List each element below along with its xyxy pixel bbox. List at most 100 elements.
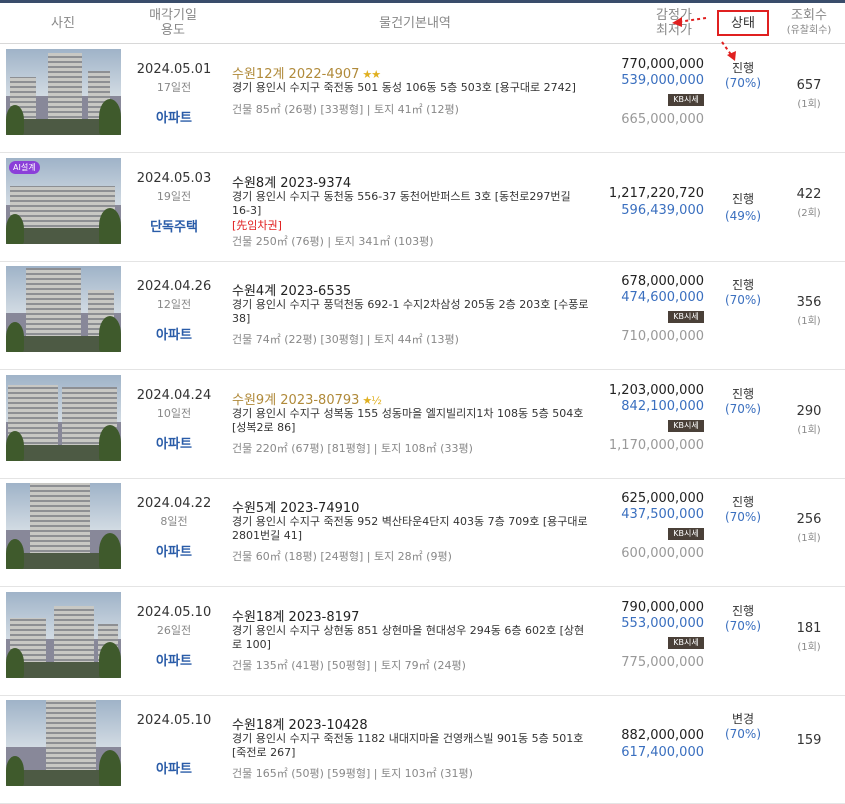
kb-price-badge[interactable]: KB시세	[668, 528, 704, 540]
days-ago: 19일전	[156, 189, 192, 203]
building-shape	[54, 605, 94, 664]
property-address: 경기 용인시 수지구 죽전동 952 벽산타운4단지 403동 7층 709호 …	[232, 515, 588, 542]
appraisal-price: 1,203,000,000	[608, 382, 704, 398]
usage-type[interactable]: 아파트	[128, 433, 220, 452]
auction-status: 진행	[731, 495, 755, 509]
market-price: 600,000,000	[621, 546, 704, 561]
view-count: 181	[796, 620, 822, 636]
usage-type[interactable]: 아파트	[128, 324, 220, 343]
case-number-text: 수원18계 2023-8197	[232, 609, 360, 625]
property-address: 경기 용인시 수지구 동천동 556-37 동천어반퍼스트 3호 [동천로297…	[232, 189, 571, 217]
case-number[interactable]: 수원4계 2023-6535	[232, 280, 351, 299]
tree-shape	[99, 641, 121, 678]
appraisal-price: 678,000,000	[621, 274, 704, 289]
kb-badge-label: KB시세	[673, 529, 699, 538]
case-number[interactable]: 수원9계 2023-80793 ★½	[232, 389, 382, 408]
view-count: 657	[796, 78, 822, 93]
kb-price-badge[interactable]: KB시세	[668, 636, 704, 649]
building-shape	[30, 483, 90, 555]
appraisal-price: 882,000,000	[621, 728, 704, 743]
sale-date: 2024.05.10	[136, 713, 212, 728]
price-percent: (70%)	[724, 618, 762, 633]
case-number[interactable]: 수원5계 2023-74910	[232, 497, 359, 516]
arrow-left-head-icon	[672, 17, 682, 27]
view-count: 256	[796, 512, 822, 527]
days-ago: 26일전	[156, 623, 192, 637]
property-address: 경기 용인시 수지구 풍덕천동 692-1 수지2차삼성 205동 2층 203…	[232, 298, 589, 325]
property-photo[interactable]: AI설계	[6, 157, 121, 244]
auction-row[interactable]: 2024.04.24 10일전 아파트 수원9계 2023-80793 ★½ 경기…	[0, 370, 845, 479]
auction-row[interactable]: 2024.04.26 12일전 아파트 수원4계 2023-6535 경기 용인…	[0, 261, 845, 370]
case-number-text: 수원12계 2022-4907	[232, 67, 360, 82]
auction-row[interactable]: 2024.05.01 17일전 아파트 수원12계 2022-4907 ★★ 경기…	[0, 44, 845, 153]
appraisal-price: 770,000,000	[621, 57, 704, 72]
property-photo[interactable]	[6, 266, 121, 352]
minimum-price: 553,000,000	[621, 615, 704, 631]
usage-type[interactable]: 아파트	[128, 758, 220, 777]
case-number[interactable]: 수원12계 2022-4907 ★★	[232, 63, 381, 82]
auction-status: 진행	[731, 278, 755, 292]
building-shape	[48, 53, 82, 121]
kb-price-badge[interactable]: KB시세	[668, 419, 704, 432]
usage-type[interactable]: 아파트	[128, 107, 220, 126]
case-number-text: 수원18계 2023-10428	[232, 718, 368, 733]
days-ago: 12일전	[156, 298, 192, 311]
sale-date: 2024.05.10	[136, 604, 212, 620]
failed-count: (2회)	[797, 207, 821, 219]
kb-price-badge[interactable]: KB시세	[668, 94, 704, 106]
tree-shape	[6, 105, 24, 135]
building-shape	[26, 268, 81, 338]
tree-shape	[6, 213, 24, 244]
tree-shape	[99, 533, 121, 569]
failed-count: (1회)	[797, 424, 821, 436]
minimum-price: 437,500,000	[621, 507, 704, 522]
days-ago: 17일전	[156, 81, 192, 94]
failed-count: (1회)	[797, 99, 821, 110]
property-address: 경기 용인시 수지구 죽전동 501 동성 106동 5층 503호 [용구대로…	[232, 81, 576, 94]
minimum-price: 842,100,000	[621, 398, 704, 414]
property-photo[interactable]	[6, 374, 121, 461]
minimum-price: 474,600,000	[621, 290, 704, 305]
usage-type[interactable]: 단독주택	[128, 216, 220, 235]
kb-badge-label: KB시세	[673, 95, 699, 104]
market-price: 775,000,000	[621, 654, 704, 670]
area-info: 건물 60㎡ (18평) [24평형] | 토지 28㎡ (9평)	[232, 550, 452, 563]
tree-shape	[6, 322, 24, 352]
market-price: 665,000,000	[621, 112, 704, 127]
auction-status: 변경	[731, 712, 755, 726]
market-price: 1,170,000,000	[608, 437, 704, 453]
tree-shape	[6, 647, 24, 678]
days-ago: 8일전	[160, 515, 188, 528]
kb-price-badge[interactable]: KB시세	[668, 311, 704, 323]
tree-shape	[99, 424, 121, 461]
usage-type[interactable]: 아파트	[128, 650, 220, 669]
case-number-text: 수원8계 2023-9374	[232, 175, 352, 191]
appraisal-price: 625,000,000	[621, 491, 704, 506]
property-photo[interactable]	[6, 483, 121, 569]
case-number[interactable]: 수원18계 2023-10428	[232, 714, 368, 733]
days-ago: 10일전	[156, 406, 192, 420]
price-percent: (70%)	[724, 727, 762, 741]
property-photo[interactable]	[6, 591, 121, 678]
ai-badge[interactable]: AI설계	[9, 160, 40, 174]
tree-shape	[99, 99, 121, 135]
failed-count: (1회)	[797, 316, 821, 327]
area-info: 건물 74㎡ (22평) [30평형] | 토지 44㎡ (13평)	[232, 333, 459, 346]
tree-shape	[6, 756, 24, 786]
area-info: 건물 135㎡ (41평) [50평형] | 토지 79㎡ (24평)	[232, 658, 466, 672]
kb-badge-label: KB시세	[673, 312, 699, 321]
auction-row[interactable]: 2024.05.10 26일전 아파트 수원18계 2023-8197 경기 용…	[0, 587, 845, 696]
price-percent: (70%)	[724, 76, 762, 90]
property-address: 경기 용인시 수지구 죽전동 1182 내대지마을 건영캐스빌 901동 5층 …	[232, 732, 584, 759]
tree-shape	[6, 430, 24, 461]
case-number[interactable]: 수원8계 2023-9374	[232, 172, 351, 191]
sale-date: 2024.05.03	[136, 170, 212, 186]
usage-type[interactable]: 아파트	[128, 541, 220, 560]
auction-row[interactable]: 2024.04.22 8일전 아파트 수원5계 2023-74910 경기 용인…	[0, 478, 845, 587]
property-photo[interactable]	[6, 700, 121, 786]
price-percent: (70%)	[724, 401, 762, 416]
area-info: 건물 165㎡ (50평) [59평형] | 토지 103㎡ (31평)	[232, 767, 473, 780]
auction-row[interactable]: AI설계 2024.05.03 19일전 단독주택 수원8계 2023-9374…	[0, 153, 845, 262]
property-photo[interactable]	[6, 49, 121, 135]
case-number[interactable]: 수원18계 2023-8197	[232, 606, 359, 625]
